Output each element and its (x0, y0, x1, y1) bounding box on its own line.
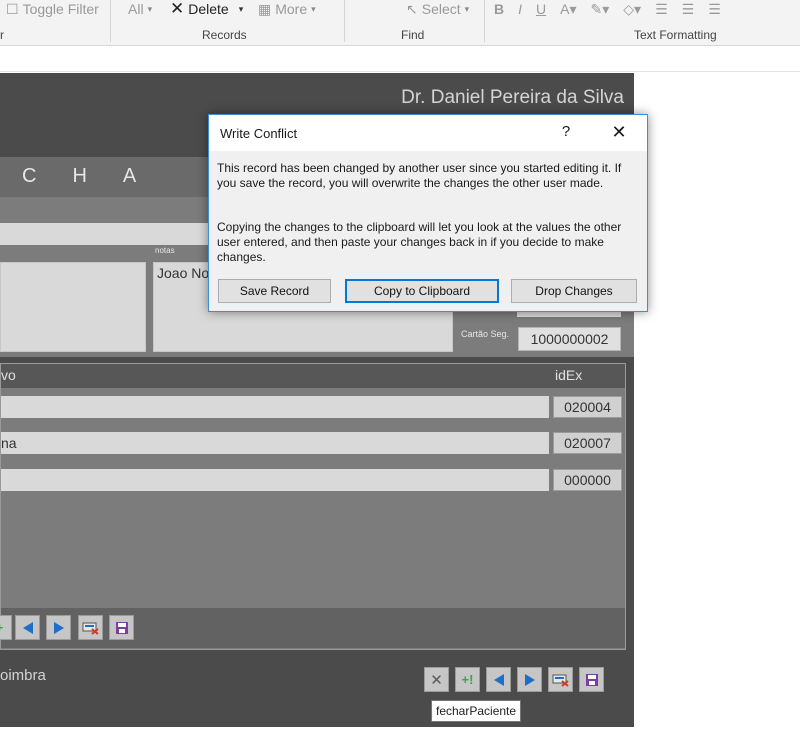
align-center-icon[interactable]: ☰ (682, 1, 695, 18)
fill-color-icon[interactable]: ◇▾ (623, 1, 641, 18)
ribbon-separator (110, 0, 111, 42)
banner-letter: A (122, 165, 139, 187)
row-description-field[interactable] (1, 469, 549, 491)
bold-icon[interactable]: B (494, 1, 504, 17)
table-row: 000000 (1, 469, 625, 491)
row-description-field[interactable] (1, 396, 549, 418)
delete-record-button[interactable] (78, 615, 103, 640)
delete-record-icon (552, 674, 569, 687)
copy-to-clipboard-button[interactable]: Copy to Clipboard (345, 279, 499, 303)
group-label-text-formatting: Text Formatting (634, 28, 717, 42)
align-left-icon[interactable]: ☰ (655, 1, 668, 18)
cartao-seg-field[interactable]: 1000000002 (518, 327, 621, 351)
previous-patient-button[interactable] (486, 667, 511, 692)
close-x-icon: ✕ (430, 671, 443, 689)
notes-label: notas (155, 246, 175, 255)
select-button[interactable]: ↖ Select ▾ (406, 0, 469, 18)
dialog-message-overwrite: This record has been changed by another … (217, 161, 622, 190)
ribbon-separator (484, 0, 485, 42)
save-icon (585, 673, 598, 686)
address-field[interactable] (0, 262, 146, 352)
dialog-message-clipboard: Copying the changes to the clipboard wil… (217, 220, 622, 264)
highlight-icon[interactable]: ✎▾ (591, 1, 610, 18)
doctor-name: Dr. Daniel Pereira da Silva (401, 87, 624, 108)
cartao-seg-label: Cartão Seg. (461, 329, 510, 339)
toggle-filter-button[interactable]: ☐ Toggle Filter (6, 0, 99, 18)
arrow-left-icon (493, 673, 504, 686)
dialog-title: Write Conflict (220, 126, 298, 141)
grid-icon: ▦ (258, 0, 272, 17)
font-color-icon[interactable]: A▾ (560, 1, 576, 18)
text-formatting-icons: B I U A▾ ✎▾ ◇▾ ☰ ☰ ☰ (494, 0, 721, 18)
refresh-all-button[interactable]: All ▾ (128, 0, 152, 18)
refresh-all-label: All (128, 1, 144, 17)
delete-record-icon (82, 622, 99, 635)
row-idex-field[interactable]: 000000 (553, 469, 622, 491)
table-row: na 020007 (1, 432, 625, 454)
more-label: More (275, 1, 308, 17)
group-label-records: Records (202, 28, 247, 42)
save-icon (115, 621, 128, 634)
banner-letter: H (72, 165, 89, 187)
delete-x-icon: ✕ (170, 0, 185, 18)
add-exclamation-icon: +! (461, 672, 474, 687)
arrow-right-icon (524, 673, 535, 686)
toggle-filter-icon: ☐ (6, 0, 19, 17)
more-button[interactable]: ▦ More ▾ (258, 0, 316, 18)
column-header-idex: idEx (555, 367, 583, 383)
underline-icon[interactable]: U (536, 1, 546, 17)
next-record-button[interactable] (46, 615, 71, 640)
delete-patient-button[interactable] (548, 667, 573, 692)
dialog-titlebar: Write Conflict ? ✕ (209, 115, 647, 151)
exams-subform: vo idEx 020004 na 020007 000000 + (0, 363, 626, 650)
cursor-icon: ↖ (406, 0, 418, 17)
grid-header: vo idEx (1, 364, 625, 388)
save-record-button[interactable] (109, 615, 134, 640)
row-idex-field[interactable]: 020004 (553, 396, 622, 418)
select-label: Select (421, 1, 461, 17)
delete-label: Delete (188, 1, 229, 17)
save-record-button[interactable]: Save Record (218, 279, 331, 303)
banner-letter: C (22, 165, 39, 187)
align-right-icon[interactable]: ☰ (708, 1, 721, 18)
toggle-filter-label: Toggle Filter (22, 1, 99, 17)
tooltip-close-patient: fecharPaciente (431, 700, 522, 722)
ribbon-separator (344, 0, 345, 42)
ribbon-lower-area (0, 46, 800, 72)
close-patient-button[interactable]: ✕ (424, 667, 449, 692)
table-row: 020004 (1, 396, 625, 418)
arrow-left-icon (22, 621, 33, 634)
chevron-down-icon: ▾ (147, 3, 153, 14)
help-button[interactable]: ? (552, 123, 580, 145)
chevron-down-icon: ▾ (311, 3, 316, 14)
close-button[interactable]: ✕ (605, 122, 633, 144)
drop-changes-button[interactable]: Drop Changes (511, 279, 637, 303)
chevron-down-icon: ▾ (464, 3, 470, 14)
group-label-sort-filter: r (0, 28, 4, 42)
clinic-city: oimbra (0, 667, 46, 684)
arrow-right-icon (53, 621, 64, 634)
subform-navigation-bar: + (0, 608, 625, 648)
row-description-field[interactable]: na (1, 432, 549, 454)
chevron-down-icon: ▾ (238, 3, 244, 14)
next-patient-button[interactable] (517, 667, 542, 692)
banner-title: C H A (22, 165, 138, 188)
write-conflict-dialog: Write Conflict ? ✕ This record has been … (208, 114, 648, 312)
save-patient-button[interactable] (579, 667, 604, 692)
row-idex-field[interactable]: 020007 (553, 432, 622, 454)
delete-button[interactable]: ✕ Delete ▾ (170, 0, 243, 18)
add-icon: + (0, 620, 3, 635)
group-label-find: Find (401, 28, 425, 42)
italic-icon[interactable]: I (518, 1, 522, 17)
column-header-description: vo (1, 367, 16, 383)
new-patient-button[interactable]: +! (455, 667, 480, 692)
previous-record-button[interactable] (15, 615, 40, 640)
add-record-button[interactable]: + (0, 615, 12, 640)
ribbon: ☐ Toggle Filter All ▾ ✕ Delete ▾ ▦ More … (0, 0, 800, 46)
